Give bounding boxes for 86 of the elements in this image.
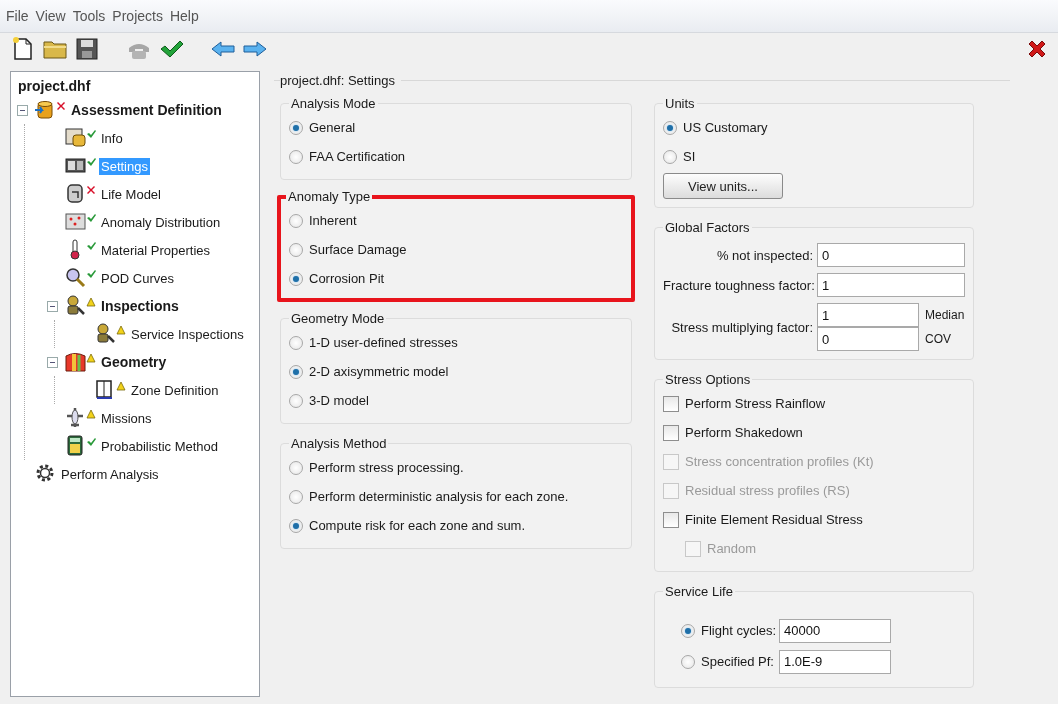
checkbox-option[interactable]: Perform Stress Rainflow xyxy=(663,389,826,418)
collapse-toggle[interactable] xyxy=(47,300,58,312)
text-field[interactable]: 1.0E-9 xyxy=(779,649,891,674)
view-units-button[interactable]: View units... xyxy=(663,173,783,199)
group-title: Service Life xyxy=(664,584,734,599)
radio-option[interactable]: Flight cycles: xyxy=(681,623,773,638)
inspector-icon xyxy=(64,293,86,316)
group-title: Geometry Mode xyxy=(290,311,386,326)
inspector-icon xyxy=(94,321,116,344)
radio-icon[interactable] xyxy=(289,149,303,164)
radio-icon[interactable] xyxy=(289,213,303,228)
text-field[interactable]: 0 xyxy=(817,243,965,267)
radio-icon[interactable] xyxy=(289,489,303,504)
checkbox-icon[interactable] xyxy=(663,511,679,528)
radio-option[interactable]: FAA Certification xyxy=(289,142,406,171)
tree-item[interactable]: POD Curves xyxy=(99,269,176,287)
group-title: Units xyxy=(664,96,696,111)
radio-icon[interactable] xyxy=(681,623,695,638)
radio-icon[interactable] xyxy=(289,335,303,350)
radio-option[interactable]: 1-D user-defined stresses xyxy=(289,328,458,357)
text-field[interactable]: 40000 xyxy=(779,618,891,643)
menu-item[interactable]: Tools xyxy=(72,7,106,25)
field-label: Fracture toughness factor: xyxy=(663,277,813,293)
tree-item[interactable]: Anomaly Distribution xyxy=(99,213,223,231)
tree-item[interactable]: Life Model xyxy=(99,185,163,203)
radio-icon[interactable] xyxy=(289,364,303,379)
tree-item[interactable]: Service Inspections xyxy=(129,325,246,343)
tree-item[interactable]: Probabilistic Method xyxy=(99,437,221,455)
radio-icon[interactable] xyxy=(289,393,303,408)
radio-option[interactable]: 3-D model xyxy=(289,386,369,415)
magnifier-icon xyxy=(64,265,86,288)
group-title: Stress Options xyxy=(664,372,752,387)
group-title: Analysis Mode xyxy=(290,96,377,111)
field-label: % not inspected: xyxy=(715,247,813,263)
radio-icon[interactable] xyxy=(289,460,303,475)
menu-item[interactable]: Projects xyxy=(112,7,163,25)
tree-root[interactable]: project.dhf xyxy=(18,78,91,94)
field-label: Stress multiplying factor: xyxy=(670,319,813,335)
tree-item[interactable]: Perform Analysis xyxy=(59,465,161,483)
radio-option[interactable]: Surface Damage xyxy=(289,235,407,264)
radio-icon[interactable] xyxy=(681,654,695,669)
checkbox-icon[interactable] xyxy=(663,395,679,412)
tree-item[interactable]: Zone Definition xyxy=(129,381,221,399)
field-suffix: COV xyxy=(925,332,951,346)
checkbox-option[interactable]: Finite Element Residual Stress xyxy=(663,505,863,534)
menu-item[interactable]: Help xyxy=(169,7,199,25)
text-field[interactable]: 1 xyxy=(817,273,965,297)
tree-item[interactable]: Inspections xyxy=(99,297,181,315)
group-title: Analysis Method xyxy=(290,436,388,451)
radio-option[interactable]: Perform stress processing. xyxy=(289,453,464,482)
radio-icon[interactable] xyxy=(289,120,303,135)
calculator-icon xyxy=(64,433,86,456)
radio-icon[interactable] xyxy=(289,518,303,533)
text-field[interactable]: 1 xyxy=(817,303,919,327)
collapse-toggle[interactable] xyxy=(47,356,58,368)
radio-option[interactable]: US Customary xyxy=(663,113,768,142)
tree-item[interactable]: Missions xyxy=(99,409,154,427)
radio-option[interactable]: Specified Pf: xyxy=(681,654,773,669)
radio-option[interactable]: SI xyxy=(663,142,696,171)
collapse-toggle[interactable] xyxy=(17,104,28,116)
radio-option[interactable]: Corrosion Pit xyxy=(289,264,385,293)
close-icon[interactable] xyxy=(1026,38,1048,60)
checkbox-option[interactable]: Perform Shakedown xyxy=(663,418,803,447)
group-title: Global Factors xyxy=(664,220,751,235)
radio-icon[interactable] xyxy=(663,149,677,164)
save-icon[interactable] xyxy=(74,36,100,62)
checkbox-icon[interactable] xyxy=(663,424,679,441)
radio-icon[interactable] xyxy=(289,242,303,257)
menu-item[interactable]: View xyxy=(35,7,66,25)
tree-item[interactable]: Geometry xyxy=(99,353,169,371)
radio-option[interactable]: Perform deterministic analysis for each zone. xyxy=(289,482,569,511)
text-field[interactable]: 0 xyxy=(817,327,919,351)
group-title: Anomaly Type xyxy=(287,189,372,204)
radio-option[interactable]: Inherent xyxy=(289,206,357,235)
tree-item[interactable]: Info xyxy=(99,129,125,147)
tree-item[interactable]: Assessment Definition xyxy=(69,101,224,119)
plane-icon xyxy=(64,405,86,428)
panel-title: project.dhf: Settings xyxy=(280,73,396,88)
radio-option[interactable]: General xyxy=(289,113,356,142)
tree-item[interactable]: Material Properties xyxy=(99,241,213,259)
radio-icon[interactable] xyxy=(289,271,303,286)
radio-option[interactable]: Compute risk for each zone and sum. xyxy=(289,511,526,540)
menu-item[interactable]: File xyxy=(6,7,29,25)
radio-option[interactable]: 2-D axisymmetric model xyxy=(289,357,449,386)
radio-icon[interactable] xyxy=(663,120,677,135)
field-suffix: Median xyxy=(925,308,965,322)
